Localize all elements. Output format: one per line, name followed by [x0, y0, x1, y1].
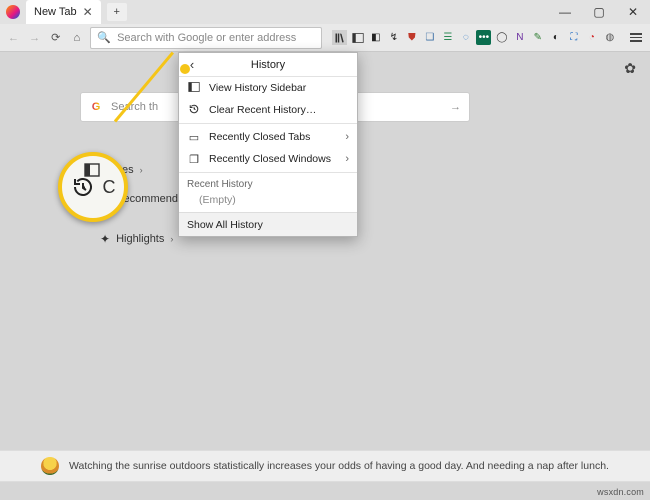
extension-icon[interactable]: ••• — [476, 30, 491, 45]
library-button[interactable] — [332, 30, 347, 45]
snippet-bar: Watching the sunrise outdoors statistica… — [0, 450, 650, 482]
separator — [179, 123, 357, 124]
extension-icon[interactable]: ↯ — [386, 30, 401, 45]
browser-tab[interactable]: New Tab ✕ — [26, 0, 101, 24]
extension-icon[interactable]: ⛊ — [404, 30, 419, 45]
callout-pointer-dot — [180, 64, 190, 74]
extension-icon[interactable]: N — [512, 30, 527, 45]
history-dropdown: ‹ History View History Sidebar Clear Rec… — [178, 52, 358, 237]
sunrise-icon — [41, 457, 59, 475]
recently-closed-tabs[interactable]: ▭ Recently Closed Tabs — [179, 126, 357, 148]
extension-icon[interactable]: ⛶ — [566, 30, 581, 45]
library-icon — [334, 32, 346, 44]
show-all-history[interactable]: Show All History — [179, 212, 357, 236]
toolbar-extensions: ◧ ↯ ⛊ ❑ ☰ ◌ ••• ◯ N ✎ ◐ ⛶ ◔ ◍ — [332, 30, 617, 45]
page-search-placeholder: Search th — [111, 101, 158, 113]
history-icon — [187, 103, 201, 118]
google-g-icon: G — [89, 100, 103, 114]
highlights-icon: ✦ — [100, 232, 110, 246]
title-bar: New Tab ✕ + — ▢ ✕ — [0, 0, 650, 24]
window-controls: — ▢ ✕ — [548, 0, 650, 24]
extension-icon[interactable]: ◐ — [548, 30, 563, 45]
new-tab-button[interactable]: + — [107, 3, 127, 21]
extension-icon[interactable]: ◍ — [602, 30, 617, 45]
zoom-callout: C — [58, 152, 128, 222]
sidebar-icon — [187, 81, 201, 96]
extension-icon[interactable]: ◔ — [584, 30, 599, 45]
reload-button[interactable]: ⟳ — [48, 28, 63, 48]
recent-history-heading: Recent History — [179, 175, 357, 192]
history-header: ‹ History — [179, 53, 357, 77]
highlights-section[interactable]: ✦ Highlights › — [100, 232, 173, 246]
section-label: Highlights — [116, 233, 164, 245]
chevron-right-icon: › — [140, 165, 143, 175]
chevron-right-icon: › — [170, 234, 173, 244]
search-go-icon[interactable]: → — [450, 101, 461, 113]
separator — [179, 172, 357, 173]
history-icon — [71, 175, 95, 199]
snippet-message: Watching the sunrise outdoors statistica… — [69, 460, 609, 472]
extension-icon[interactable]: ✎ — [530, 30, 545, 45]
url-placeholder: Search with Google or enter address — [117, 32, 296, 44]
extension-icon[interactable]: ☰ — [440, 30, 455, 45]
extension-icon[interactable]: ◌ — [458, 30, 473, 45]
view-history-sidebar[interactable]: View History Sidebar — [179, 77, 357, 99]
navigation-toolbar: ← → ⟳ ⌂ 🔍 Search with Google or enter ad… — [0, 24, 650, 52]
menu-label: Recently Closed Tabs — [209, 131, 310, 143]
customize-gear-icon[interactable]: ✿ — [624, 60, 636, 77]
tab-title: New Tab — [34, 6, 77, 18]
clear-recent-history[interactable]: Clear Recent History… — [179, 99, 357, 121]
menu-label: View History Sidebar — [209, 82, 306, 94]
watermark: wsxdn.com — [597, 487, 644, 497]
windows-icon: ❐ — [187, 153, 201, 166]
sidebar-icon — [84, 162, 100, 178]
menu-label: Recently Closed Windows — [209, 153, 331, 165]
extension-icon[interactable]: ◧ — [368, 30, 383, 45]
tabs-icon: ▭ — [187, 131, 201, 144]
extension-icon[interactable]: ❑ — [422, 30, 437, 45]
sidebar-button[interactable] — [350, 30, 365, 45]
forward-button[interactable]: → — [27, 28, 42, 48]
minimize-button[interactable]: — — [548, 0, 582, 24]
recent-history-empty: (Empty) — [179, 192, 357, 212]
maximize-button[interactable]: ▢ — [582, 0, 616, 24]
extension-icon[interactable]: ◯ — [494, 30, 509, 45]
history-title: History — [179, 59, 357, 71]
close-window-button[interactable]: ✕ — [616, 0, 650, 24]
search-icon: 🔍 — [97, 31, 111, 44]
home-button[interactable]: ⌂ — [69, 28, 84, 48]
recently-closed-windows[interactable]: ❐ Recently Closed Windows — [179, 148, 357, 170]
menu-label: Show All History — [187, 219, 263, 231]
back-button[interactable]: ← — [6, 28, 21, 48]
url-bar[interactable]: 🔍 Search with Google or enter address — [90, 27, 322, 49]
firefox-icon — [6, 5, 20, 19]
close-tab-icon[interactable]: ✕ — [83, 5, 93, 19]
menu-label: Clear Recent History… — [209, 104, 316, 116]
menu-button[interactable] — [627, 28, 644, 48]
partial-letter: C — [103, 177, 116, 198]
